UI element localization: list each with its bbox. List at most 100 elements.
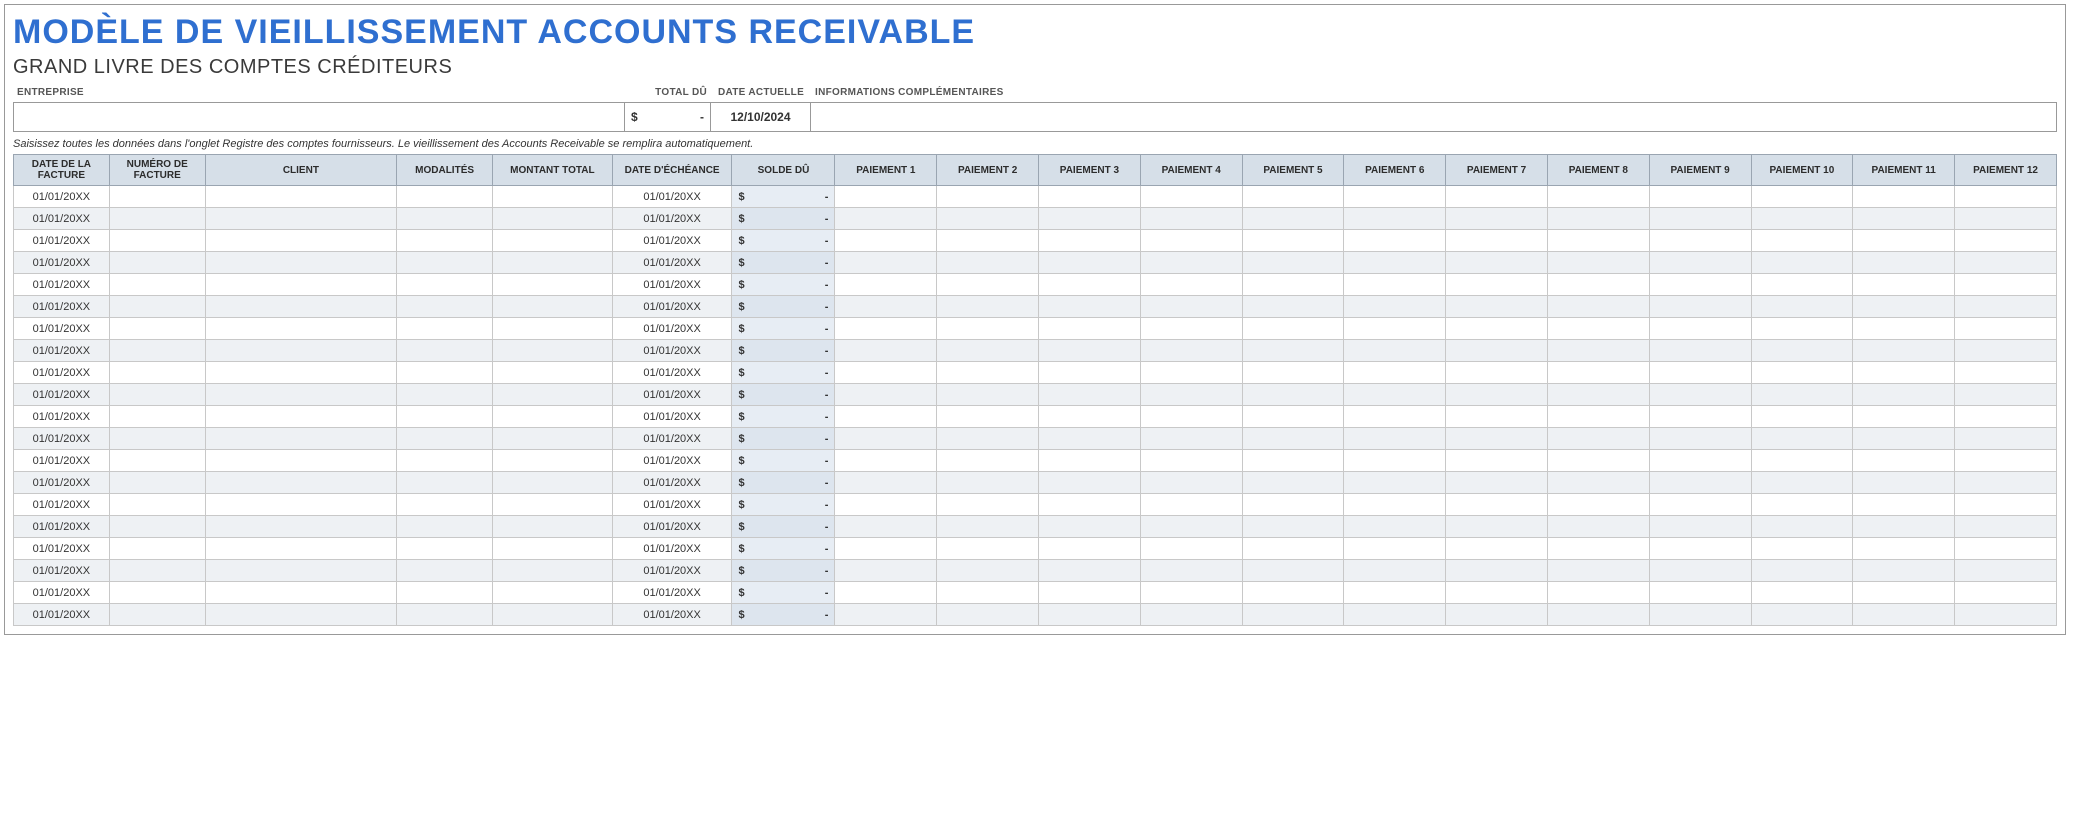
cell-paiement-6[interactable] bbox=[1344, 318, 1446, 340]
cell-montant-total[interactable] bbox=[492, 208, 612, 230]
cell-paiement-3[interactable] bbox=[1039, 538, 1141, 560]
cell-date-echeance[interactable]: 01/01/20XX bbox=[612, 428, 732, 450]
cell-paiement-10[interactable] bbox=[1751, 186, 1853, 208]
cell-paiement-8[interactable] bbox=[1547, 494, 1649, 516]
cell-paiement-9[interactable] bbox=[1649, 406, 1751, 428]
cell-paiement-1[interactable] bbox=[835, 362, 937, 384]
cell-date-facture[interactable]: 01/01/20XX bbox=[14, 494, 110, 516]
cell-paiement-2[interactable] bbox=[937, 384, 1039, 406]
cell-paiement-10[interactable] bbox=[1751, 274, 1853, 296]
cell-modalites[interactable] bbox=[397, 274, 493, 296]
cell-paiement-5[interactable] bbox=[1242, 472, 1344, 494]
cell-montant-total[interactable] bbox=[492, 230, 612, 252]
cell-paiement-6[interactable] bbox=[1344, 384, 1446, 406]
cell-paiement-7[interactable] bbox=[1446, 208, 1548, 230]
cell-paiement-9[interactable] bbox=[1649, 208, 1751, 230]
cell-date-facture[interactable]: 01/01/20XX bbox=[14, 274, 110, 296]
cell-paiement-7[interactable] bbox=[1446, 406, 1548, 428]
cell-numero-facture[interactable] bbox=[109, 208, 205, 230]
cell-paiement-5[interactable] bbox=[1242, 274, 1344, 296]
cell-modalites[interactable] bbox=[397, 406, 493, 428]
cell-paiement-7[interactable] bbox=[1446, 516, 1548, 538]
cell-paiement-6[interactable] bbox=[1344, 340, 1446, 362]
cell-paiement-12[interactable] bbox=[1955, 384, 2057, 406]
cell-paiement-12[interactable] bbox=[1955, 450, 2057, 472]
cell-paiement-11[interactable] bbox=[1853, 538, 1955, 560]
cell-client[interactable] bbox=[205, 252, 397, 274]
cell-paiement-8[interactable] bbox=[1547, 186, 1649, 208]
cell-paiement-12[interactable] bbox=[1955, 362, 2057, 384]
cell-date-echeance[interactable]: 01/01/20XX bbox=[612, 582, 732, 604]
cell-date-echeance[interactable]: 01/01/20XX bbox=[612, 318, 732, 340]
cell-modalites[interactable] bbox=[397, 230, 493, 252]
cell-paiement-11[interactable] bbox=[1853, 516, 1955, 538]
cell-paiement-8[interactable] bbox=[1547, 362, 1649, 384]
cell-paiement-7[interactable] bbox=[1446, 538, 1548, 560]
cell-numero-facture[interactable] bbox=[109, 450, 205, 472]
cell-client[interactable] bbox=[205, 208, 397, 230]
cell-paiement-5[interactable] bbox=[1242, 230, 1344, 252]
cell-paiement-12[interactable] bbox=[1955, 472, 2057, 494]
cell-paiement-1[interactable] bbox=[835, 428, 937, 450]
cell-paiement-11[interactable] bbox=[1853, 186, 1955, 208]
cell-numero-facture[interactable] bbox=[109, 186, 205, 208]
cell-montant-total[interactable] bbox=[492, 494, 612, 516]
cell-paiement-3[interactable] bbox=[1039, 494, 1141, 516]
entreprise-input[interactable] bbox=[13, 102, 625, 132]
cell-montant-total[interactable] bbox=[492, 582, 612, 604]
cell-date-echeance[interactable]: 01/01/20XX bbox=[612, 274, 732, 296]
cell-client[interactable] bbox=[205, 230, 397, 252]
cell-paiement-12[interactable] bbox=[1955, 208, 2057, 230]
cell-paiement-9[interactable] bbox=[1649, 230, 1751, 252]
cell-numero-facture[interactable] bbox=[109, 274, 205, 296]
date-actuelle-value[interactable]: 12/10/2024 bbox=[711, 102, 811, 132]
cell-date-facture[interactable]: 01/01/20XX bbox=[14, 538, 110, 560]
cell-client[interactable] bbox=[205, 494, 397, 516]
cell-paiement-8[interactable] bbox=[1547, 450, 1649, 472]
cell-client[interactable] bbox=[205, 538, 397, 560]
cell-date-facture[interactable]: 01/01/20XX bbox=[14, 252, 110, 274]
cell-montant-total[interactable] bbox=[492, 538, 612, 560]
cell-montant-total[interactable] bbox=[492, 362, 612, 384]
cell-paiement-9[interactable] bbox=[1649, 494, 1751, 516]
cell-date-echeance[interactable]: 01/01/20XX bbox=[612, 230, 732, 252]
cell-numero-facture[interactable] bbox=[109, 494, 205, 516]
cell-modalites[interactable] bbox=[397, 428, 493, 450]
cell-paiement-2[interactable] bbox=[937, 318, 1039, 340]
cell-paiement-8[interactable] bbox=[1547, 582, 1649, 604]
cell-paiement-6[interactable] bbox=[1344, 604, 1446, 626]
cell-date-echeance[interactable]: 01/01/20XX bbox=[612, 362, 732, 384]
cell-paiement-8[interactable] bbox=[1547, 274, 1649, 296]
cell-paiement-2[interactable] bbox=[937, 230, 1039, 252]
cell-paiement-2[interactable] bbox=[937, 450, 1039, 472]
cell-numero-facture[interactable] bbox=[109, 230, 205, 252]
cell-paiement-9[interactable] bbox=[1649, 296, 1751, 318]
cell-paiement-7[interactable] bbox=[1446, 428, 1548, 450]
cell-paiement-3[interactable] bbox=[1039, 362, 1141, 384]
cell-paiement-3[interactable] bbox=[1039, 428, 1141, 450]
cell-paiement-7[interactable] bbox=[1446, 252, 1548, 274]
informations-input[interactable] bbox=[811, 102, 2057, 132]
cell-paiement-4[interactable] bbox=[1140, 406, 1242, 428]
cell-paiement-10[interactable] bbox=[1751, 450, 1853, 472]
cell-paiement-6[interactable] bbox=[1344, 208, 1446, 230]
cell-montant-total[interactable] bbox=[492, 450, 612, 472]
cell-paiement-3[interactable] bbox=[1039, 186, 1141, 208]
cell-modalites[interactable] bbox=[397, 340, 493, 362]
cell-date-facture[interactable]: 01/01/20XX bbox=[14, 208, 110, 230]
cell-date-echeance[interactable]: 01/01/20XX bbox=[612, 208, 732, 230]
cell-paiement-2[interactable] bbox=[937, 296, 1039, 318]
cell-paiement-5[interactable] bbox=[1242, 208, 1344, 230]
cell-paiement-8[interactable] bbox=[1547, 560, 1649, 582]
cell-paiement-5[interactable] bbox=[1242, 362, 1344, 384]
cell-paiement-6[interactable] bbox=[1344, 560, 1446, 582]
cell-montant-total[interactable] bbox=[492, 406, 612, 428]
cell-paiement-8[interactable] bbox=[1547, 516, 1649, 538]
cell-paiement-11[interactable] bbox=[1853, 384, 1955, 406]
cell-paiement-9[interactable] bbox=[1649, 472, 1751, 494]
cell-paiement-3[interactable] bbox=[1039, 406, 1141, 428]
cell-paiement-4[interactable] bbox=[1140, 560, 1242, 582]
cell-paiement-1[interactable] bbox=[835, 230, 937, 252]
cell-montant-total[interactable] bbox=[492, 318, 612, 340]
cell-paiement-2[interactable] bbox=[937, 406, 1039, 428]
